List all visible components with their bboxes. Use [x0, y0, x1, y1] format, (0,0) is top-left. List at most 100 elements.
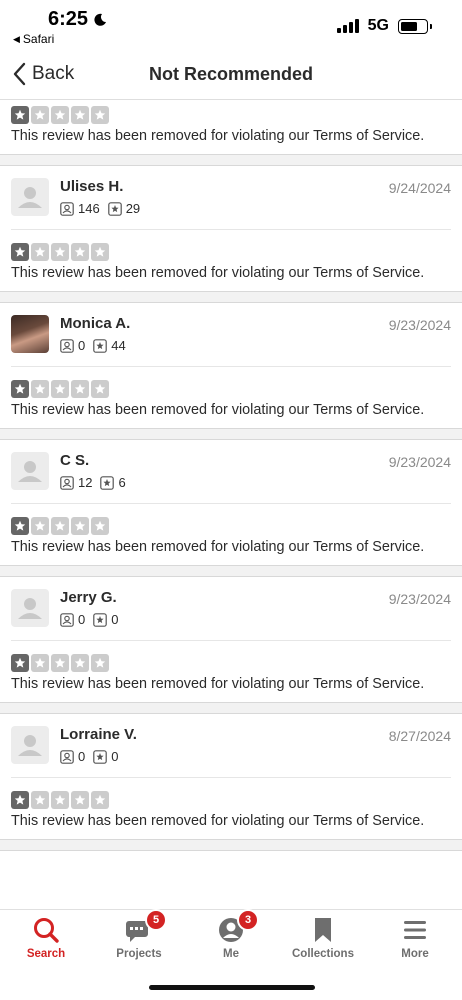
review-date: 9/24/2024 [388, 180, 451, 196]
reviews-count: 0 [111, 749, 119, 764]
star-rating [11, 380, 451, 398]
reviewer-name[interactable]: Monica A. [60, 315, 130, 332]
review-card: Jerry G. 0 0 9/23/2024 This review has been … [0, 577, 462, 703]
reviews-count: 0 [111, 612, 119, 627]
star-icon [71, 106, 89, 124]
tab-label: Projects [116, 948, 162, 960]
star-icon [31, 654, 49, 672]
time-text: 6:25 [48, 8, 89, 30]
removed-notice: This review has been removed for violati… [11, 539, 425, 555]
star-icon [51, 791, 69, 809]
review-card: Ulises H. 146 29 9/24/2024 This review has b… [0, 166, 462, 292]
friends-count: 12 [78, 475, 93, 490]
moon-icon [94, 13, 107, 26]
status-indicators: 5G [336, 17, 432, 35]
star-icon [11, 654, 29, 672]
card-divider [0, 292, 462, 303]
removed-notice: This review has been removed for violati… [11, 813, 425, 829]
home-indicator [149, 985, 315, 990]
friends-icon [60, 612, 74, 627]
reviews-count-icon [93, 338, 108, 353]
avatar[interactable] [11, 589, 49, 627]
star-icon [71, 654, 89, 672]
card-divider [0, 566, 462, 577]
reviewer-name[interactable]: Jerry G. [60, 589, 117, 606]
star-icon [91, 654, 109, 672]
reviewer-header[interactable]: Lorraine V. 0 0 8/27/2024 [11, 714, 451, 778]
star-icon [91, 243, 109, 261]
star-rating [11, 517, 451, 535]
tab-label: Search [26, 948, 66, 960]
tab-more[interactable]: More [369, 916, 461, 960]
reviewer-name[interactable]: Ulises H. [60, 178, 123, 195]
card-divider [0, 703, 462, 714]
reviewer-header[interactable]: Jerry G. 0 0 9/23/2024 [11, 577, 451, 641]
star-icon [31, 380, 49, 398]
back-to-app-link[interactable]: ◀ Safari [13, 32, 54, 46]
avatar-placeholder-icon [18, 598, 42, 619]
avatar[interactable] [11, 452, 49, 490]
reviews-count-icon [93, 749, 108, 764]
reviewer-stats: 00 [60, 749, 126, 764]
review-card: Lorraine V. 0 0 8/27/2024 This review has be… [0, 714, 462, 840]
avatar[interactable] [11, 315, 49, 353]
review-list: This review has been removed for violati… [0, 100, 462, 851]
reviews-count-icon [100, 475, 115, 490]
friends-count: 0 [78, 338, 86, 353]
menu-icon [402, 916, 428, 947]
tab-projects[interactable]: 5 Projects [93, 909, 185, 960]
reviews-count: 29 [125, 201, 141, 216]
reviewer-header[interactable]: Ulises H. 146 29 9/24/2024 [11, 166, 451, 230]
review-card: Monica A. 0 44 9/23/2024 This review has bee… [0, 303, 462, 429]
avatar[interactable] [11, 178, 49, 216]
star-rating [11, 106, 451, 124]
battery-icon [398, 18, 432, 34]
status-time: 6:25 [48, 8, 107, 31]
reviewer-name[interactable]: C S. [60, 452, 89, 469]
reviews-count: 6 [118, 475, 126, 490]
reviewer-name[interactable]: Lorraine V. [60, 726, 137, 743]
star-icon [71, 243, 89, 261]
avatar-placeholder-icon [18, 461, 42, 482]
star-rating [11, 654, 451, 672]
card-divider [0, 155, 462, 166]
review-card: C S. 12 6 9/23/2024 This review has been rem… [0, 440, 462, 566]
notification-badge: 3 [237, 909, 259, 931]
star-rating [11, 243, 451, 261]
back-triangle-icon: ◀ [13, 33, 20, 44]
removed-notice: This review has been removed for violati… [11, 402, 425, 418]
nav-bar: Back Not Recommended [0, 50, 462, 100]
tab-collections[interactable]: Collections [277, 916, 369, 960]
star-icon [91, 106, 109, 124]
review-card: This review has been removed for violati… [0, 100, 462, 155]
review-date: 9/23/2024 [388, 591, 451, 607]
avatar-placeholder-icon [18, 187, 42, 208]
removed-notice: This review has been removed for violati… [11, 265, 425, 281]
tab-label: Me [223, 948, 239, 960]
notification-badge: 5 [145, 909, 167, 931]
friends-icon [60, 749, 74, 764]
review-date: 8/27/2024 [388, 728, 451, 744]
removed-notice: This review has been removed for violati… [11, 676, 425, 692]
star-icon [51, 380, 69, 398]
status-bar: 6:25 ◀ Safari 5G [0, 0, 462, 50]
reviewer-stats: 0 44 [60, 338, 134, 353]
card-divider [0, 840, 462, 851]
reviewer-header[interactable]: C S. 12 6 9/23/2024 [11, 440, 451, 504]
star-icon [11, 106, 29, 124]
reviews-count-icon [93, 612, 108, 627]
card-divider [0, 429, 462, 440]
avatar[interactable] [11, 726, 49, 764]
tab-search[interactable]: Search [0, 916, 92, 960]
reviews-count: 44 [111, 338, 126, 353]
star-icon [91, 517, 109, 535]
star-icon [31, 517, 49, 535]
star-icon [11, 243, 29, 261]
tab-me[interactable]: 3 Me [185, 909, 277, 960]
friends-count: 0 [78, 749, 86, 764]
friends-count: 146 [78, 201, 100, 216]
reviewer-header[interactable]: Monica A. 0 44 9/23/2024 [11, 303, 451, 367]
star-rating [11, 791, 451, 809]
friends-count: 0 [78, 612, 86, 627]
star-icon [71, 517, 89, 535]
